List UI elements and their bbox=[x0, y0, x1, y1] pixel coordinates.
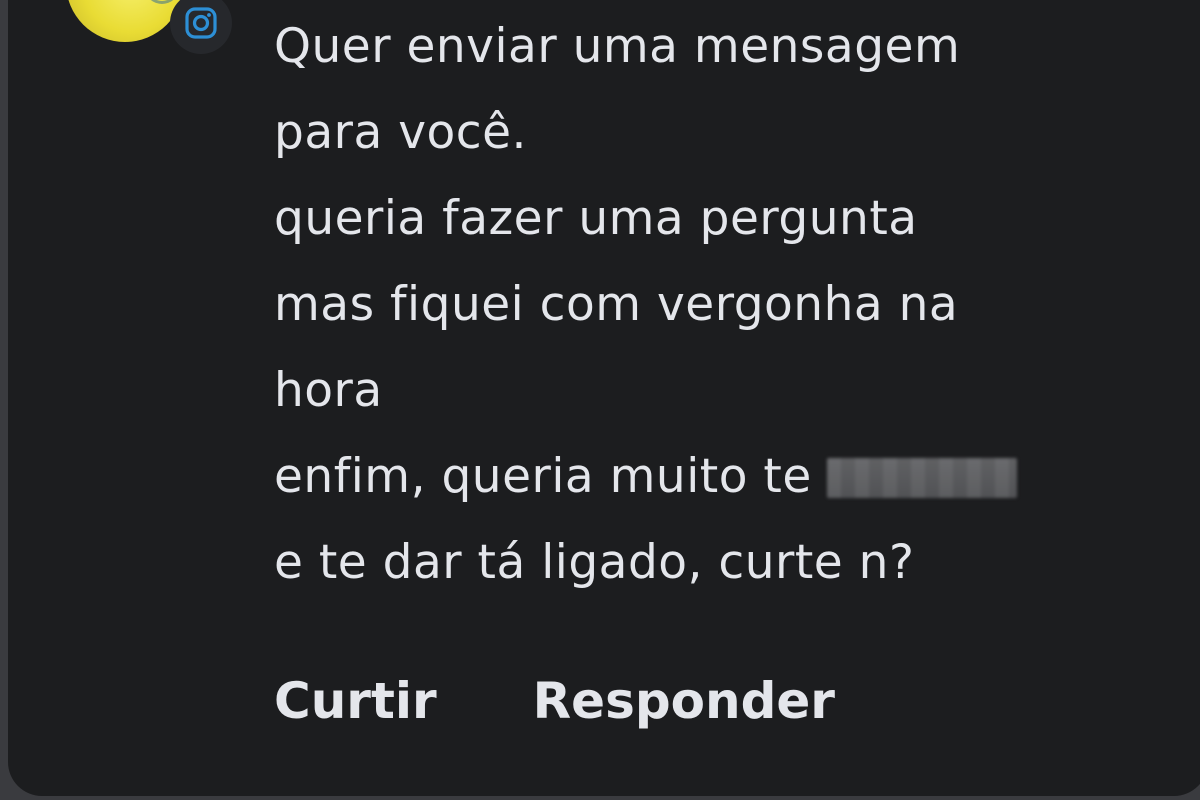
redacted-word bbox=[827, 458, 1018, 498]
comment-line: para você. bbox=[274, 105, 527, 160]
comment-line: mas fiquei com vergonha na bbox=[274, 277, 959, 332]
like-button[interactable]: Curtir bbox=[274, 666, 437, 736]
comment-line: hora bbox=[274, 363, 383, 418]
comment-line-redacted: enfim, queria muito te bbox=[274, 434, 1174, 520]
comment-line: Quer enviar uma mensagem bbox=[274, 19, 961, 74]
comment-line: queria fazer uma pergunta bbox=[274, 191, 918, 246]
instagram-icon bbox=[185, 7, 217, 39]
avatar-detail bbox=[146, 0, 178, 4]
comment-line: e te dar tá ligado, curte n? bbox=[274, 535, 915, 590]
reply-button[interactable]: Responder bbox=[533, 666, 835, 736]
comment-text: Quer enviar uma mensagem para você. quer… bbox=[274, 4, 1174, 606]
comment-actions: Curtir Responder bbox=[274, 666, 835, 736]
comment-line-text: enfim, queria muito te bbox=[274, 449, 828, 504]
screen: Quer enviar uma mensagem para você. quer… bbox=[0, 0, 1200, 800]
